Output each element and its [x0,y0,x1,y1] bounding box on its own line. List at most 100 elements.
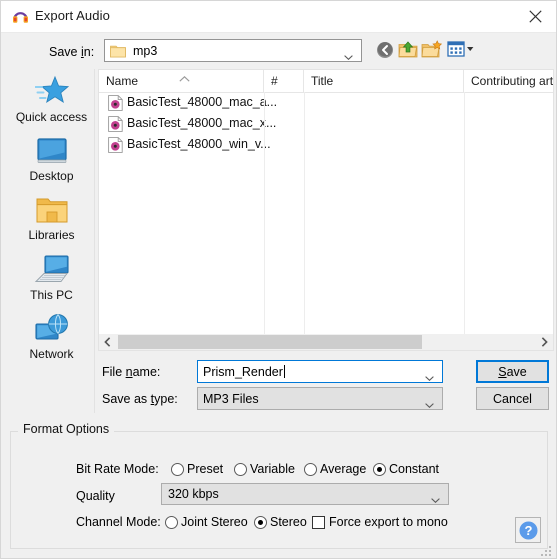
file-list-header: Name # Title Contributing art [99,70,553,93]
folder-library-icon [9,191,94,225]
scrollbar-thumb[interactable] [118,335,422,349]
radio-constant[interactable]: Constant [373,462,439,476]
mp3-file-icon [108,137,123,153]
file-name-label: File name: [102,365,160,379]
radio-label: Joint Stereo [181,515,248,529]
mp3-file-icon [108,95,123,111]
radio-icon [254,515,267,529]
export-audio-dialog: Export Audio Save in: mp3 Quick access D… [0,0,557,559]
svg-text:?: ? [524,523,532,538]
quality-label: Quality [76,489,115,503]
file-name-text: Prism_Render [203,365,283,379]
chevron-down-icon[interactable] [425,370,434,381]
column-label: Name [106,74,139,88]
text-caret [283,365,285,378]
save-in-value: mp3 [133,44,158,58]
column-divider [264,92,265,334]
column-divider [464,92,465,334]
places-bar: Quick access Desktop Libraries This PC N… [9,69,95,413]
radio-icon [373,462,386,476]
quality-value: 320 kbps [168,487,219,501]
table-row[interactable]: BasicTest_48000_mac_x... [99,113,553,134]
file-list[interactable]: Name # Title Contributing art BasicTest_… [98,69,554,334]
place-item-this-pc[interactable]: This PC [9,251,94,302]
column-divider [304,92,305,334]
checkbox-icon [312,515,325,529]
chevron-left-icon[interactable] [99,334,116,350]
horizontal-scrollbar[interactable] [98,334,554,351]
radio-icon [234,462,247,476]
radio-variable[interactable]: Variable [234,462,295,476]
table-row[interactable]: BasicTest_48000_win_v... [99,134,553,155]
radio-stereo[interactable]: Stereo [254,515,307,529]
column-label: # [271,74,278,88]
place-label: Desktop [29,169,74,183]
radio-icon [165,515,178,529]
bit-rate-mode-label: Bit Rate Mode: [76,462,159,476]
close-icon[interactable] [513,1,556,31]
radio-preset[interactable]: Preset [171,462,223,476]
save-button[interactable]: Save [476,360,549,383]
save-in-label: Save in: [49,45,94,59]
radio-average[interactable]: Average [304,462,366,476]
file-name-label-accel: n [125,365,133,379]
chevron-down-icon [425,397,434,408]
help-icon[interactable]: ? [515,517,541,543]
radio-icon [171,462,184,476]
file-name-input[interactable]: Prism_Render [197,360,443,383]
place-label: This PC [30,288,73,302]
mp3-file-icon [108,116,123,132]
radio-joint-stereo[interactable]: Joint Stereo [165,515,248,529]
place-item-network[interactable]: Network [9,310,94,361]
radio-icon [304,462,317,476]
channel-mode-label: Channel Mode: [76,515,161,529]
save-in-label-post: n: [83,45,95,59]
column-header-title[interactable]: Title [304,70,464,92]
globe-icon [9,310,94,344]
sort-ascending-icon [179,71,190,82]
chevron-down-icon [431,492,440,504]
views-icon[interactable] [447,40,475,61]
window-title: Export Audio [35,8,110,23]
computer-icon [9,251,94,285]
save-as-type-value: MP3 Files [203,392,259,406]
resize-grip[interactable] [541,544,553,556]
file-name-label-pre: File [102,365,126,379]
save-in-label-pre: Save [49,45,81,59]
radio-label: Preset [187,462,224,476]
checkbox-label: Force export to mono [329,515,448,529]
place-item-libraries[interactable]: Libraries [9,191,94,242]
place-item-quick-access[interactable]: Quick access [9,73,94,124]
file-rows: BasicTest_48000_mac_a... BasicTest_48000… [99,92,553,155]
star-icon [9,73,94,107]
file-name: BasicTest_48000_mac_a... [127,95,278,109]
cancel-button[interactable]: Cancel [476,387,549,410]
back-icon[interactable] [375,40,397,61]
file-name-value: Prism_Render [203,365,285,379]
title-bar: Export Audio [1,1,556,33]
new-folder-icon[interactable] [421,40,443,61]
chevron-down-icon [344,49,353,60]
chevron-right-icon[interactable] [536,334,553,350]
save-as-type-combobox[interactable]: MP3 Files [197,387,443,410]
table-row[interactable]: BasicTest_48000_mac_a... [99,92,553,113]
column-header-name[interactable]: Name [99,70,264,92]
column-label: Title [311,74,334,88]
quality-combobox[interactable]: 320 kbps [161,483,449,505]
folder-icon [110,44,126,58]
save-in-combobox[interactable]: mp3 [104,39,362,62]
column-header-contributing-artists[interactable]: Contributing art [464,70,553,92]
format-options-legend: Format Options [18,422,115,436]
file-name: BasicTest_48000_mac_x... [127,116,277,130]
up-folder-icon[interactable] [398,40,420,61]
radio-label: Stereo [270,515,307,529]
radio-label: Variable [250,462,295,476]
save-as-type-label-pre: Save as [102,392,151,406]
place-label: Quick access [15,110,88,124]
checkbox-force-export-to-mono[interactable]: Force export to mono [312,515,448,529]
file-name: BasicTest_48000_win_v... [127,137,271,151]
column-header-number[interactable]: # [264,70,304,92]
place-label: Network [29,347,74,361]
place-item-desktop[interactable]: Desktop [9,132,94,183]
radio-label: Constant [389,462,440,476]
